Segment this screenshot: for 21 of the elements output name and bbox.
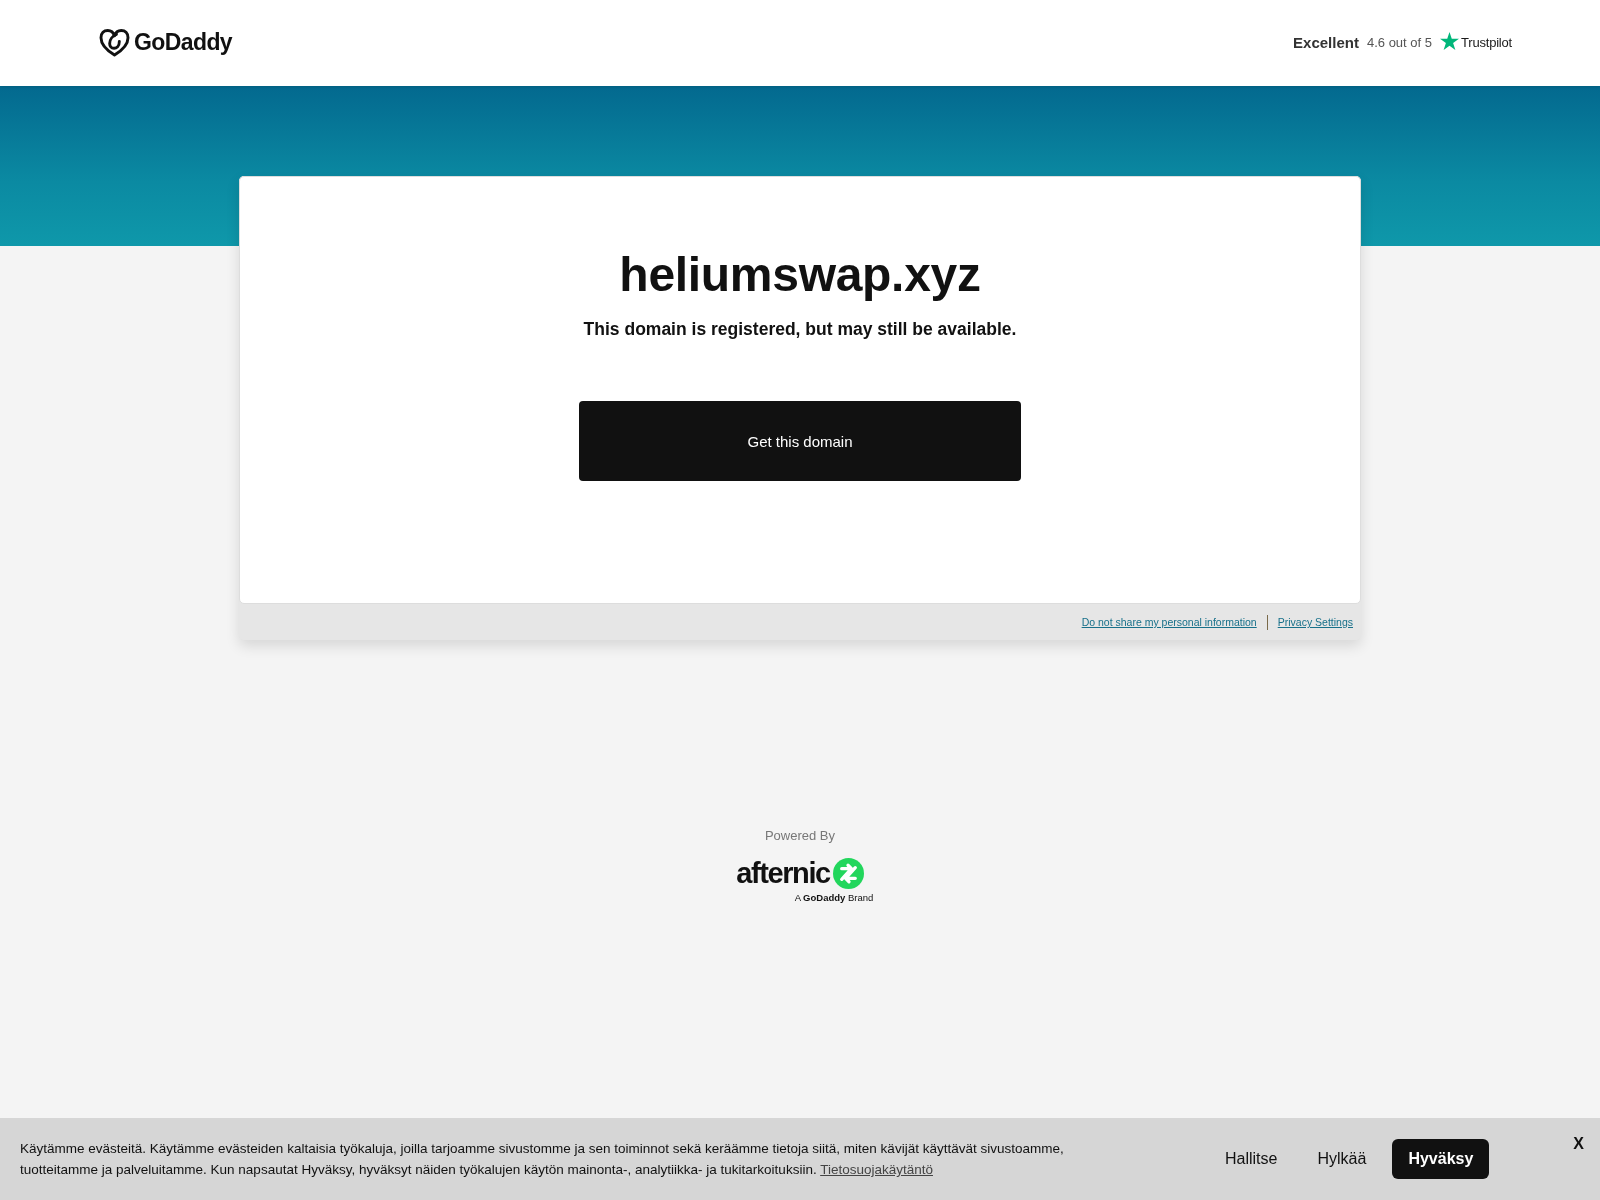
afternic-wordmark: afternic: [736, 857, 830, 889]
rating-score: 4.6 out of 5: [1366, 34, 1432, 50]
logo-wordmark[interactable]: GoDaddy: [134, 29, 233, 56]
brand-tagline: A GoDaddy Brand: [794, 892, 874, 903]
star-icon: [1440, 31, 1459, 50]
footer-link[interactable]: Do not share my personal information: [1081, 616, 1257, 628]
domain-name: heliumswap.xyz: [619, 247, 981, 303]
trustpilot-wordmark: Trustpilot: [1461, 34, 1512, 50]
close-button[interactable]: X: [1573, 1135, 1584, 1153]
cookie-button[interactable]: Hylkää: [1303, 1140, 1381, 1178]
privacy-policy-link[interactable]: Tietosuojakäytäntö: [820, 1162, 933, 1177]
availability-message: This domain is registered, but may still be available.: [583, 318, 1017, 341]
cookie-button[interactable]: Hallitse: [1211, 1140, 1292, 1178]
cookie-notice-text: Käytämme evästeitä. Käytämme evästeiden kaltaisia työkaluja, joilla tarjoamme sivustomme ja sen toiminnot sekä keräämme tietoja siitä, miten kävijät käyttävät sivustoamme, tuotteitamme ja palveluitamme. Kun napsautat Hyväksy, hyväksyt näiden työkalujen käytön mainonta-, analytiikka- ja tukitarkoituksiin. Tietosuojakäytäntö: [20, 1140, 1065, 1179]
rating-label: Excellent: [1293, 33, 1359, 51]
cookie-button[interactable]: Hyväksy: [1392, 1139, 1490, 1179]
footer-link[interactable]: Privacy Settings: [1277, 616, 1353, 628]
get-domain-button[interactable]: Get this domain: [579, 401, 1021, 481]
heart-logo-icon[interactable]: [99, 28, 130, 57]
powered-by-label: Powered By: [764, 828, 836, 844]
arrows-circle-icon: [832, 857, 864, 889]
